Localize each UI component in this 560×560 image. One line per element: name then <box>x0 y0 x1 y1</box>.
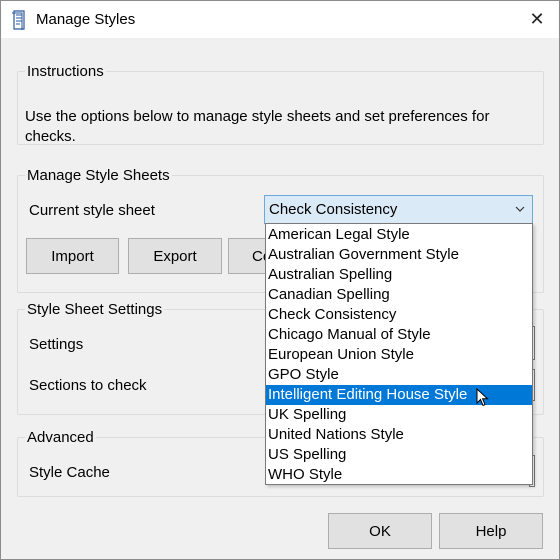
dropdown-option[interactable]: WHO Style <box>266 465 532 485</box>
dropdown-option[interactable]: American Legal Style <box>266 225 532 245</box>
current-style-sheet-label: Current style sheet <box>29 202 155 219</box>
ok-button[interactable]: OK <box>328 513 432 549</box>
chevron-down-icon[interactable] <box>514 202 526 216</box>
export-button[interactable]: Export <box>128 238 222 274</box>
close-icon: ✕ <box>529 9 545 29</box>
import-button[interactable]: Import <box>26 238 119 274</box>
advanced-legend: Advanced <box>27 429 94 446</box>
dropdown-option[interactable]: Check Consistency <box>266 305 532 325</box>
dropdown-option[interactable]: UK Spelling <box>266 405 532 425</box>
help-button[interactable]: Help <box>439 513 543 549</box>
dropdown-option[interactable]: Chicago Manual of Style <box>266 325 532 345</box>
current-style-sheet-combo[interactable]: Check Consistency <box>264 195 533 224</box>
dropdown-option[interactable]: US Spelling <box>266 445 532 465</box>
dropdown-option[interactable]: United Nations Style <box>266 425 532 445</box>
document-icon <box>12 10 25 30</box>
mouse-cursor-icon <box>476 388 489 407</box>
style-sheet-dropdown-list[interactable]: American Legal Style Australian Governmen… <box>265 223 533 485</box>
dropdown-option[interactable]: Canadian Spelling <box>266 285 532 305</box>
dropdown-option[interactable]: Australian Spelling <box>266 265 532 285</box>
settings-label: Settings <box>29 336 84 353</box>
close-button[interactable]: ✕ <box>515 1 559 38</box>
dropdown-option[interactable]: GPO Style <box>266 365 532 385</box>
style-cache-label: Style Cache <box>29 464 110 481</box>
manage-styles-dialog: Manage Styles ✕ Instructions Use the opt… <box>0 0 560 560</box>
instructions-group: Instructions Use the options below to ma… <box>17 63 544 145</box>
sections-to-check-label: Sections to check <box>29 377 147 394</box>
instructions-legend: Instructions <box>27 63 104 80</box>
instructions-text: Use the options below to manage style sh… <box>25 108 490 145</box>
combo-selected-value: Check Consistency <box>269 201 398 218</box>
window-title: Manage Styles <box>36 11 136 28</box>
dropdown-option[interactable]: Australian Government Style <box>266 245 532 265</box>
settings-legend: Style Sheet Settings <box>27 301 163 318</box>
dropdown-option[interactable]: European Union Style <box>266 345 532 365</box>
manage-legend: Manage Style Sheets <box>27 167 170 184</box>
title-bar[interactable]: Manage Styles ✕ <box>1 1 559 38</box>
dropdown-option[interactable]: Intelligent Editing House Style <box>266 385 532 405</box>
